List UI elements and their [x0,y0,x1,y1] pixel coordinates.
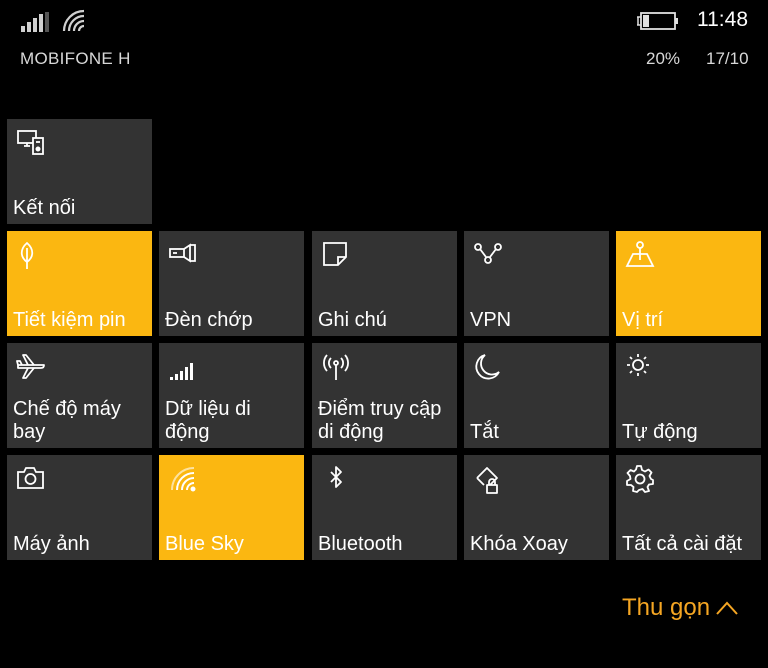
battery-percent: 20% [646,49,681,68]
tile-cellular-data[interactable]: Dữ liệu di động [159,343,304,448]
tile-label: Vị trí [622,309,664,331]
tile-label: Ghi chú [318,309,387,331]
tile-vpn[interactable]: VPN [464,231,609,336]
tile-note[interactable]: Ghi chú [312,231,457,336]
airplane-icon [16,352,46,382]
tile-brightness[interactable]: Tự động [616,343,761,448]
tile-location[interactable]: Vị trí [616,231,761,336]
quiet-hours-moon-icon [473,352,503,382]
chevron-up-icon [716,594,738,622]
tile-label: Dữ liệu di động [165,398,251,443]
collapse-label: Thu gọn [622,594,711,621]
cellular-data-icon [168,352,198,382]
carrier-name: MOBIFONE H [20,49,131,68]
tile-battery-saver[interactable]: Tiết kiệm pin [7,231,152,336]
tile-label: Tiết kiệm pin [13,309,126,331]
tile-quiet-hours[interactable]: Tắt [464,343,609,448]
collapse-button[interactable]: Thu gọn [622,594,738,622]
tile-mobile-hotspot[interactable]: Điểm truy cập di động [312,343,457,448]
battery-charging-icon [637,11,681,31]
tile-wifi[interactable]: Blue Sky [159,455,304,560]
tile-all-settings[interactable]: Tất cả cài đặt [616,455,761,560]
tile-label: Tự động [622,421,698,443]
tile-label: VPN [470,309,512,331]
tile-label: Kết nối [13,197,76,219]
tile-label: Khóa Xoay [470,533,568,555]
battery-saver-leaf-icon [16,240,46,270]
date: 17/10 [706,49,749,68]
tile-label: Điểm truy cập di động [318,398,442,443]
tile-label: Bluetooth [318,533,403,555]
tile-bluetooth[interactable]: Bluetooth [312,455,457,560]
tile-connect[interactable]: Kết nối [7,119,152,224]
wifi-icon [62,9,88,33]
action-center: 11:48 MOBIFONE H 20% 17/10 Kết nối Tiết … [0,0,768,668]
tile-label: Blue Sky [165,533,244,555]
mobile-hotspot-icon [321,352,351,382]
vpn-icon [473,240,503,270]
location-icon [625,240,655,270]
tile-label: Tắt [470,421,499,443]
tile-label: Chế độ máy bay [13,398,121,443]
bluetooth-icon [321,464,351,494]
clock: 11:48 [697,8,748,31]
tile-flashlight[interactable]: Đèn chớp [159,231,304,336]
tile-label: Máy ảnh [13,533,90,555]
signal-bars-icon [21,12,49,32]
camera-icon [16,464,46,494]
note-icon [321,240,351,270]
tile-rotation-lock[interactable]: Khóa Xoay [464,455,609,560]
rotation-lock-icon [473,464,503,494]
settings-gear-icon [625,464,655,494]
tile-label: Đèn chớp [165,309,253,331]
brightness-icon [625,352,655,382]
wifi-icon [168,464,198,494]
tile-airplane-mode[interactable]: Chế độ máy bay [7,343,152,448]
connect-icon [16,128,46,158]
tile-camera[interactable]: Máy ảnh [7,455,152,560]
flashlight-icon [168,240,198,270]
tile-label: Tất cả cài đặt [622,533,743,555]
